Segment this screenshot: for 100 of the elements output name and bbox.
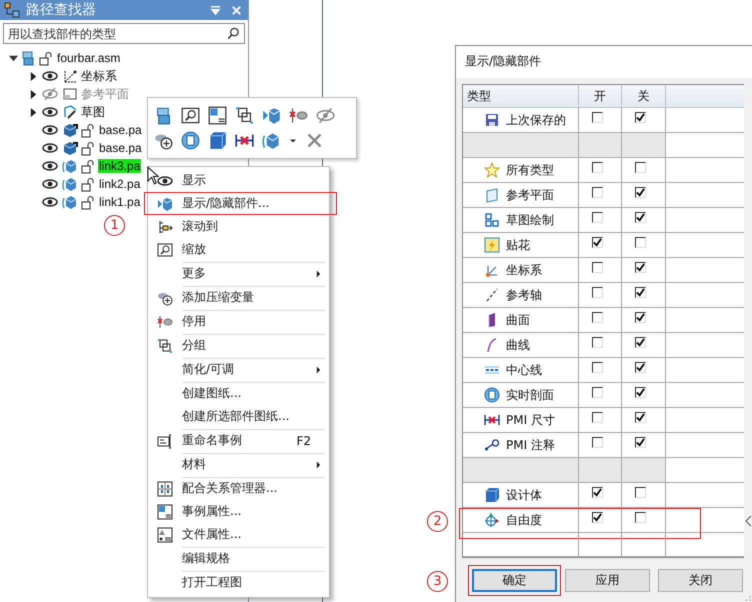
tree-label[interactable]: link3.pa [98, 159, 142, 173]
checkbox[interactable] [635, 212, 646, 222]
menu-item[interactable]: 滚动到 [148, 215, 329, 238]
checkbox[interactable] [592, 186, 603, 198]
axes-icon [62, 68, 78, 84]
tree-label[interactable]: link2.pa [98, 177, 142, 191]
cube-stack-icon[interactable] [154, 106, 173, 125]
frame-icon[interactable] [181, 106, 200, 125]
tree-label[interactable]: 坐标系 [80, 68, 118, 84]
checkbox[interactable] [592, 486, 603, 498]
checkbox[interactable] [592, 412, 603, 422]
search-icon[interactable] [227, 27, 240, 40]
expand-icon[interactable] [29, 72, 38, 80]
dialog-button[interactable]: 关闭 [658, 569, 743, 592]
properties-icon [157, 526, 173, 542]
part-icon [62, 158, 78, 174]
menu-item[interactable]: 更多 [148, 262, 329, 285]
menu-item[interactable]: 配合关系管理器... [148, 477, 329, 500]
part-icon [62, 176, 78, 192]
column-header[interactable]: 关 [622, 85, 666, 107]
checkbox[interactable] [635, 412, 646, 422]
magnifier-icon [157, 242, 173, 258]
picture-icon[interactable] [208, 106, 227, 125]
checkbox[interactable] [635, 262, 646, 272]
type-label: 曲面 [506, 312, 530, 328]
cross-disc-icon[interactable] [289, 106, 308, 125]
close-icon[interactable] [305, 131, 324, 150]
checkbox[interactable] [592, 336, 603, 348]
tree-label[interactable]: 参考平面 [80, 86, 130, 102]
checkbox[interactable] [635, 362, 646, 372]
menu-item[interactable]: 添加压缩变量 [148, 286, 329, 309]
menu-item[interactable]: 简化/可调 [148, 358, 329, 381]
checkbox[interactable] [635, 112, 646, 122]
lock-icon [80, 194, 96, 210]
tree-label[interactable]: 草图 [80, 104, 106, 120]
tree-label[interactable]: base.pa [98, 141, 143, 155]
tree-item[interactable]: fourbar.asm [0, 49, 248, 67]
type-label: 上次保存的 [506, 112, 566, 128]
step-number: 3 [427, 571, 448, 592]
menu-item[interactable]: 创建所选部件图纸... [148, 405, 329, 428]
checkbox[interactable] [592, 512, 603, 522]
menu-item[interactable]: 缩放 [148, 238, 329, 261]
cube-icon [484, 487, 500, 503]
checkbox[interactable] [592, 312, 603, 322]
lock-icon [80, 158, 96, 174]
dimension-icon [484, 412, 500, 428]
menu-item[interactable]: 打开工程图 [148, 571, 329, 594]
column-header[interactable]: 类型 [463, 85, 579, 107]
collapse-icon[interactable] [9, 54, 18, 62]
checkbox[interactable] [635, 386, 646, 398]
menu-item[interactable]: 分组 [148, 334, 329, 357]
column-header[interactable]: 开 [579, 85, 622, 107]
text-field-icon [157, 432, 173, 448]
expand-icon[interactable] [29, 108, 38, 116]
type-label: 曲线 [506, 336, 530, 354]
tree-label: fourbar.asm [56, 51, 122, 65]
checkbox[interactable] [592, 236, 603, 248]
tree-label[interactable]: link1.pa [98, 195, 142, 209]
close-icon[interactable] [231, 4, 242, 16]
menu-item[interactable]: 创建图纸... [148, 382, 329, 405]
menu-item[interactable]: 显示/隐藏部件... [148, 192, 329, 215]
dashed-line-icon [484, 287, 500, 303]
checkbox[interactable] [635, 512, 646, 522]
menu-item[interactable]: 文件属性... [148, 523, 329, 546]
properties-icon [157, 504, 173, 520]
dialog-button[interactable]: 确定 [472, 569, 557, 592]
menu-item[interactable]: 事例属性... [148, 500, 329, 523]
plane-icon [62, 86, 78, 102]
checkbox[interactable] [592, 386, 603, 398]
dialog-button[interactable]: 应用 [565, 569, 650, 592]
assembly-icon [20, 50, 36, 66]
checkbox[interactable] [592, 436, 603, 448]
dropdown-icon[interactable] [210, 4, 221, 16]
checkbox[interactable] [592, 286, 603, 298]
checkbox[interactable] [592, 362, 603, 372]
checkbox[interactable] [635, 286, 646, 298]
checkbox[interactable] [635, 236, 646, 248]
tree-label[interactable]: base.pa [98, 123, 143, 137]
type-label: 设计体 [506, 486, 542, 504]
type-label: PMI 注释 [506, 436, 555, 454]
checkbox[interactable] [635, 336, 646, 348]
checkbox[interactable] [635, 312, 646, 322]
checkbox[interactable] [635, 436, 646, 448]
menu-item[interactable]: 停用 [148, 310, 329, 333]
checkbox[interactable] [635, 186, 646, 198]
menu-item[interactable]: 材料 [148, 453, 329, 476]
checkbox[interactable] [635, 486, 646, 498]
checkbox[interactable] [592, 262, 603, 272]
hidden-icon[interactable] [316, 106, 335, 125]
checkbox[interactable] [592, 112, 603, 122]
menu-item[interactable]: 编辑规格 [148, 547, 329, 570]
resize-grip-icon[interactable] [745, 595, 752, 602]
tree-arrow-icon [157, 218, 173, 234]
expand-icon[interactable] [29, 90, 38, 98]
checkbox[interactable] [592, 212, 603, 222]
checkbox[interactable] [592, 162, 603, 172]
search-field[interactable]: 用以查找部件的类型 [3, 23, 245, 44]
part-icon [62, 140, 78, 156]
menu-item[interactable]: 重命名事例 F2 [148, 429, 329, 452]
checkbox[interactable] [635, 162, 646, 172]
